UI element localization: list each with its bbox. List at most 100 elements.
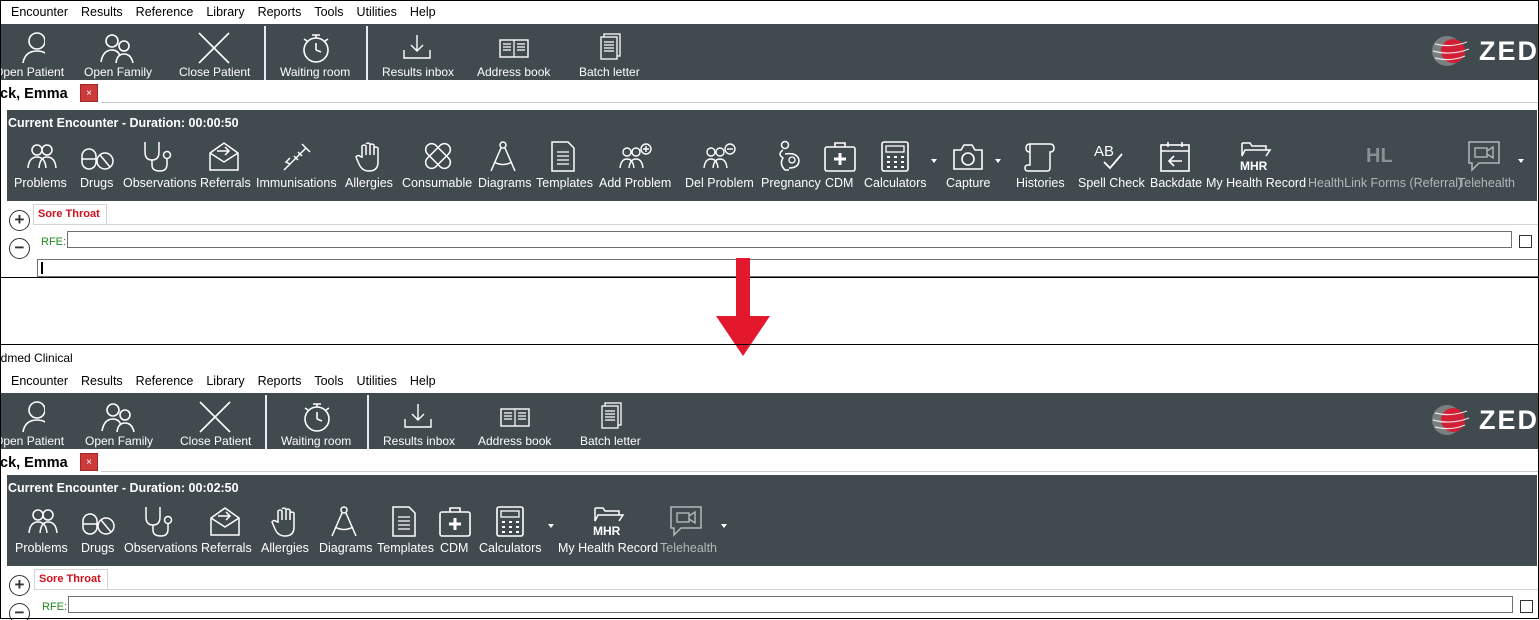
patient-name[interactable]: ck, Emma — [0, 455, 68, 471]
drugs-button[interactable]: Drugs — [80, 140, 114, 192]
menu-help[interactable]: Help — [410, 374, 436, 388]
folder-mhr-icon: MHR — [593, 507, 625, 537]
menu-tools[interactable]: Tools — [314, 374, 343, 388]
telehealth-button[interactable]: Telehealth — [1458, 140, 1518, 192]
spell-check-icon: AB — [1094, 143, 1123, 170]
patient-name[interactable]: ck, Emma — [0, 86, 68, 102]
close-patient-tab-button[interactable]: × — [80, 84, 98, 102]
camera-icon — [953, 144, 983, 170]
calculators-button[interactable]: Calculators — [478, 505, 542, 557]
remove-people-icon — [703, 143, 736, 169]
menu-reference[interactable]: Reference — [136, 5, 194, 19]
capture-button[interactable]: Capture — [945, 140, 993, 192]
telehealth-button[interactable]: Telehealth — [660, 505, 720, 557]
open-family-button[interactable]: Open Family — [84, 24, 152, 80]
zedmed-logo: ZED — [1427, 34, 1539, 68]
observations-button[interactable]: Observations — [123, 140, 199, 192]
open-patient-button[interactable]: Open Patient — [0, 24, 64, 80]
templates-button[interactable]: Templates — [377, 505, 434, 557]
allergies-button[interactable]: Allergies — [345, 140, 393, 192]
syringe-icon — [283, 143, 311, 171]
menu-library[interactable]: Library — [206, 5, 244, 19]
my-health-record-button[interactable]: MHR My Health Record — [558, 505, 658, 557]
observations-button[interactable]: Observations — [124, 505, 200, 557]
menu-results[interactable]: Results — [81, 5, 123, 19]
rfe-checkbox[interactable] — [1519, 235, 1532, 248]
expand-button[interactable]: + — [9, 575, 30, 596]
stopwatch-icon — [303, 34, 329, 63]
drugs-button[interactable]: Drugs — [81, 505, 115, 557]
tab-sore-throat[interactable]: Sore Throat — [33, 204, 107, 225]
encounter-panel: Current Encounter - Duration: 00:02:50 P… — [7, 475, 1537, 566]
calculators-button[interactable]: Calculators — [863, 140, 927, 192]
compass-icon — [490, 141, 516, 172]
results-inbox-button[interactable]: Results inbox — [382, 24, 454, 80]
immunisations-button[interactable]: Immunisations — [256, 140, 337, 192]
my-health-record-button[interactable]: MHR My Health Record — [1206, 140, 1306, 192]
consumable-button[interactable]: Consumable — [402, 140, 472, 192]
expand-button[interactable]: + — [9, 210, 30, 231]
menu-results[interactable]: Results — [81, 374, 123, 388]
menu-reference[interactable]: Reference — [136, 374, 194, 388]
allergies-button[interactable]: Allergies — [261, 505, 309, 557]
menu-utilities[interactable]: Utilities — [357, 5, 397, 19]
close-patient-button[interactable]: Close Patient — [180, 393, 251, 449]
telehealth-dropdown-caret[interactable] — [1518, 159, 1524, 163]
open-family-button[interactable]: Open Family — [85, 393, 153, 449]
menu-reports[interactable]: Reports — [258, 374, 302, 388]
pills-icon — [82, 513, 115, 535]
address-book-button[interactable]: Address book — [477, 24, 551, 80]
del-problem-button[interactable]: Del Problem — [685, 140, 755, 192]
rfe-input[interactable] — [68, 596, 1513, 613]
close-patient-button[interactable]: Close Patient — [179, 24, 250, 80]
collapse-button[interactable]: − — [9, 238, 30, 259]
histories-button[interactable]: Histories — [1016, 140, 1068, 192]
documents-icon — [600, 33, 621, 60]
calculators-dropdown-caret[interactable] — [931, 159, 937, 163]
menu-encounter[interactable]: Encounter — [11, 374, 68, 388]
telehealth-dropdown-caret[interactable] — [721, 524, 727, 528]
spell-check-button[interactable]: AB Spell Check — [1078, 140, 1145, 192]
close-patient-tab-button[interactable]: × — [80, 453, 98, 471]
svg-text:AB: AB — [1094, 143, 1114, 160]
rfe-input[interactable] — [67, 231, 1512, 248]
main-toolbar: Open Patient Open Family Close Patient W… — [0, 24, 1539, 80]
book-icon — [499, 39, 529, 58]
results-inbox-button[interactable]: Results inbox — [383, 393, 455, 449]
cdm-button[interactable]: CDM — [823, 140, 857, 192]
rfe-checkbox[interactable] — [1520, 600, 1533, 613]
menu-utilities[interactable]: Utilities — [357, 374, 397, 388]
calculators-dropdown-caret[interactable] — [548, 524, 554, 528]
notes-editor[interactable] — [37, 259, 1539, 277]
menu-help[interactable]: Help — [410, 5, 436, 19]
tab-sore-throat[interactable]: Sore Throat — [34, 569, 108, 590]
zedmed-globe-icon — [1432, 36, 1470, 66]
templates-button[interactable]: Templates — [536, 140, 593, 192]
menu-reports[interactable]: Reports — [258, 5, 302, 19]
address-book-button[interactable]: Address book — [478, 393, 552, 449]
batch-letter-button[interactable]: Batch letter — [579, 24, 641, 80]
capture-dropdown-caret[interactable] — [995, 159, 1001, 163]
referrals-button[interactable]: Referrals — [200, 140, 251, 192]
menu-library[interactable]: Library — [206, 374, 244, 388]
batch-letter-button[interactable]: Batch letter — [580, 393, 642, 449]
waiting-room-button[interactable]: Waiting room — [280, 24, 352, 80]
text-cursor — [41, 262, 43, 274]
menu-tools[interactable]: Tools — [314, 5, 343, 19]
problems-button[interactable]: Problems — [13, 140, 73, 192]
problems-button[interactable]: Problems — [14, 505, 74, 557]
healthlink-forms-button[interactable]: HL HealthLink Forms (Referral) — [1308, 140, 1462, 192]
pregnancy-button[interactable]: Pregnancy — [761, 140, 821, 192]
waiting-room-button[interactable]: Waiting room — [281, 393, 353, 449]
diagrams-button[interactable]: Diagrams — [478, 140, 532, 192]
collapse-button[interactable]: − — [9, 603, 30, 620]
svg-text:HL: HL — [1366, 145, 1393, 167]
referrals-button[interactable]: Referrals — [201, 505, 252, 557]
cdm-button[interactable]: CDM — [438, 505, 472, 557]
menu-encounter[interactable]: Encounter — [11, 5, 68, 19]
add-problem-button[interactable]: Add Problem — [599, 140, 671, 192]
backdate-button[interactable]: Backdate — [1150, 140, 1202, 192]
envelope-arrow-icon — [210, 507, 240, 536]
diagrams-button[interactable]: Diagrams — [319, 505, 373, 557]
open-patient-button[interactable]: Open Patient — [0, 393, 64, 449]
